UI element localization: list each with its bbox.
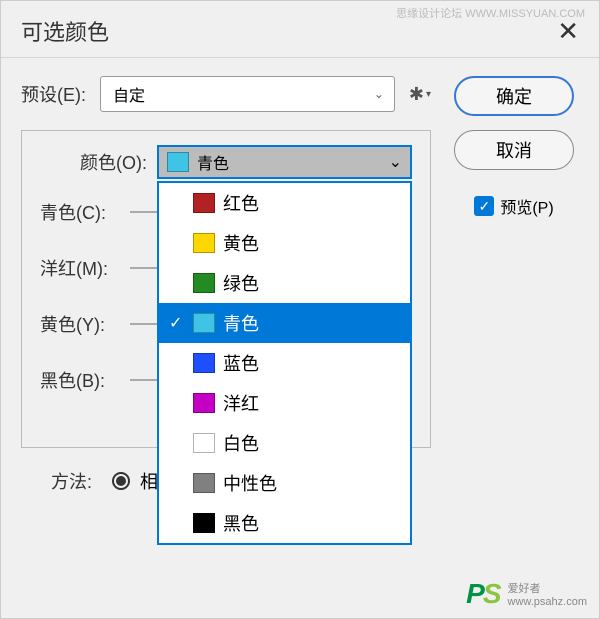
color-option-green[interactable]: ✓ 绿色: [159, 263, 410, 303]
slider-label: 洋红(M):: [40, 255, 130, 281]
color-option-blue[interactable]: ✓ 蓝色: [159, 343, 410, 383]
check-icon: ✓: [169, 513, 193, 533]
selected-color-label: 青色: [197, 150, 229, 174]
option-label: 黑色: [223, 510, 259, 536]
check-icon: ✓: [169, 393, 193, 413]
watermark-text: 爱好者 www.psahz.com: [508, 580, 587, 608]
color-option-black[interactable]: ✓ 黑色: [159, 503, 410, 543]
preview-checkbox[interactable]: ✓: [474, 196, 494, 216]
swatch-icon: [193, 433, 215, 453]
swatch-icon: [193, 193, 215, 213]
check-icon: ✓: [169, 193, 193, 213]
color-row: 颜色(O): 青色 ⌄ ✓ 红色 ✓: [80, 145, 412, 179]
selective-color-dialog: 思缘设计论坛 WWW.MISSYUAN.COM 可选颜色 ✕ 预设(E): 自定…: [0, 0, 600, 619]
preset-dropdown[interactable]: 自定 ⌄: [100, 76, 395, 112]
option-label: 中性色: [223, 470, 277, 496]
gear-icon[interactable]: ✱: [409, 84, 431, 105]
slider-label: 黑色(B):: [40, 367, 130, 393]
color-dropdown[interactable]: 青色 ⌄ ✓ 红色 ✓ 黄色: [157, 145, 412, 179]
color-dropdown-list: ✓ 红色 ✓ 黄色 ✓: [157, 181, 412, 545]
color-option-white[interactable]: ✓ 白色: [159, 423, 410, 463]
right-column: 确定 取消 ✓ 预览(P): [449, 76, 579, 494]
preset-label: 预设(E):: [21, 81, 86, 107]
method-label: 方法:: [51, 468, 92, 494]
preview-row[interactable]: ✓ 预览(P): [474, 194, 553, 218]
check-icon: ✓: [169, 433, 193, 453]
option-label: 黄色: [223, 230, 259, 256]
swatch-icon: [193, 353, 215, 373]
option-label: 红色: [223, 190, 259, 216]
check-icon: ✓: [169, 273, 193, 293]
dialog-title: 可选颜色: [21, 15, 109, 47]
watermark-top: 思缘设计论坛 WWW.MISSYUAN.COM: [396, 5, 585, 21]
chevron-down-icon: ⌄: [374, 87, 384, 101]
color-option-cyan[interactable]: ✓ 青色: [159, 303, 410, 343]
ok-button[interactable]: 确定: [454, 76, 574, 116]
watermark-name: 爱好者: [508, 580, 587, 596]
option-label: 青色: [223, 310, 259, 336]
preset-row: 预设(E): 自定 ⌄ ✱: [21, 76, 431, 112]
color-option-magenta[interactable]: ✓ 洋红: [159, 383, 410, 423]
preview-label: 预览(P): [500, 194, 553, 218]
color-option-yellow[interactable]: ✓ 黄色: [159, 223, 410, 263]
slider-label: 青色(C):: [40, 199, 130, 225]
swatch-icon: [193, 313, 215, 333]
color-option-red[interactable]: ✓ 红色: [159, 183, 410, 223]
swatch-icon: [193, 233, 215, 253]
swatch-icon: [193, 393, 215, 413]
check-icon: ✓: [169, 233, 193, 253]
option-label: 洋红: [223, 390, 259, 416]
swatch-icon: [193, 273, 215, 293]
option-label: 白色: [223, 430, 259, 456]
swatch-icon: [193, 473, 215, 493]
slider-label: 黄色(Y):: [40, 311, 130, 337]
check-icon: ✓: [169, 313, 193, 333]
preset-value: 自定: [113, 82, 145, 106]
color-label: 颜色(O):: [80, 149, 147, 175]
cancel-button[interactable]: 取消: [454, 130, 574, 170]
check-icon: ✓: [169, 473, 193, 493]
left-column: 预设(E): 自定 ⌄ ✱ 颜色(O): 青色 ⌄ ✓: [21, 76, 431, 494]
radio-icon: [112, 472, 130, 490]
option-label: 蓝色: [223, 350, 259, 376]
chevron-down-icon: ⌄: [389, 152, 402, 172]
color-group: 颜色(O): 青色 ⌄ ✓ 红色 ✓: [21, 130, 431, 448]
color-option-neutral[interactable]: ✓ 中性色: [159, 463, 410, 503]
selected-swatch: [167, 152, 189, 172]
watermark-url: www.psahz.com: [508, 596, 587, 608]
swatch-icon: [193, 513, 215, 533]
option-label: 绿色: [223, 270, 259, 296]
dialog-content: 预设(E): 自定 ⌄ ✱ 颜色(O): 青色 ⌄ ✓: [1, 58, 599, 512]
watermark-bottom: P S 爱好者 www.psahz.com: [466, 578, 587, 610]
check-icon: ✓: [169, 353, 193, 373]
logo-s: S: [483, 578, 502, 610]
